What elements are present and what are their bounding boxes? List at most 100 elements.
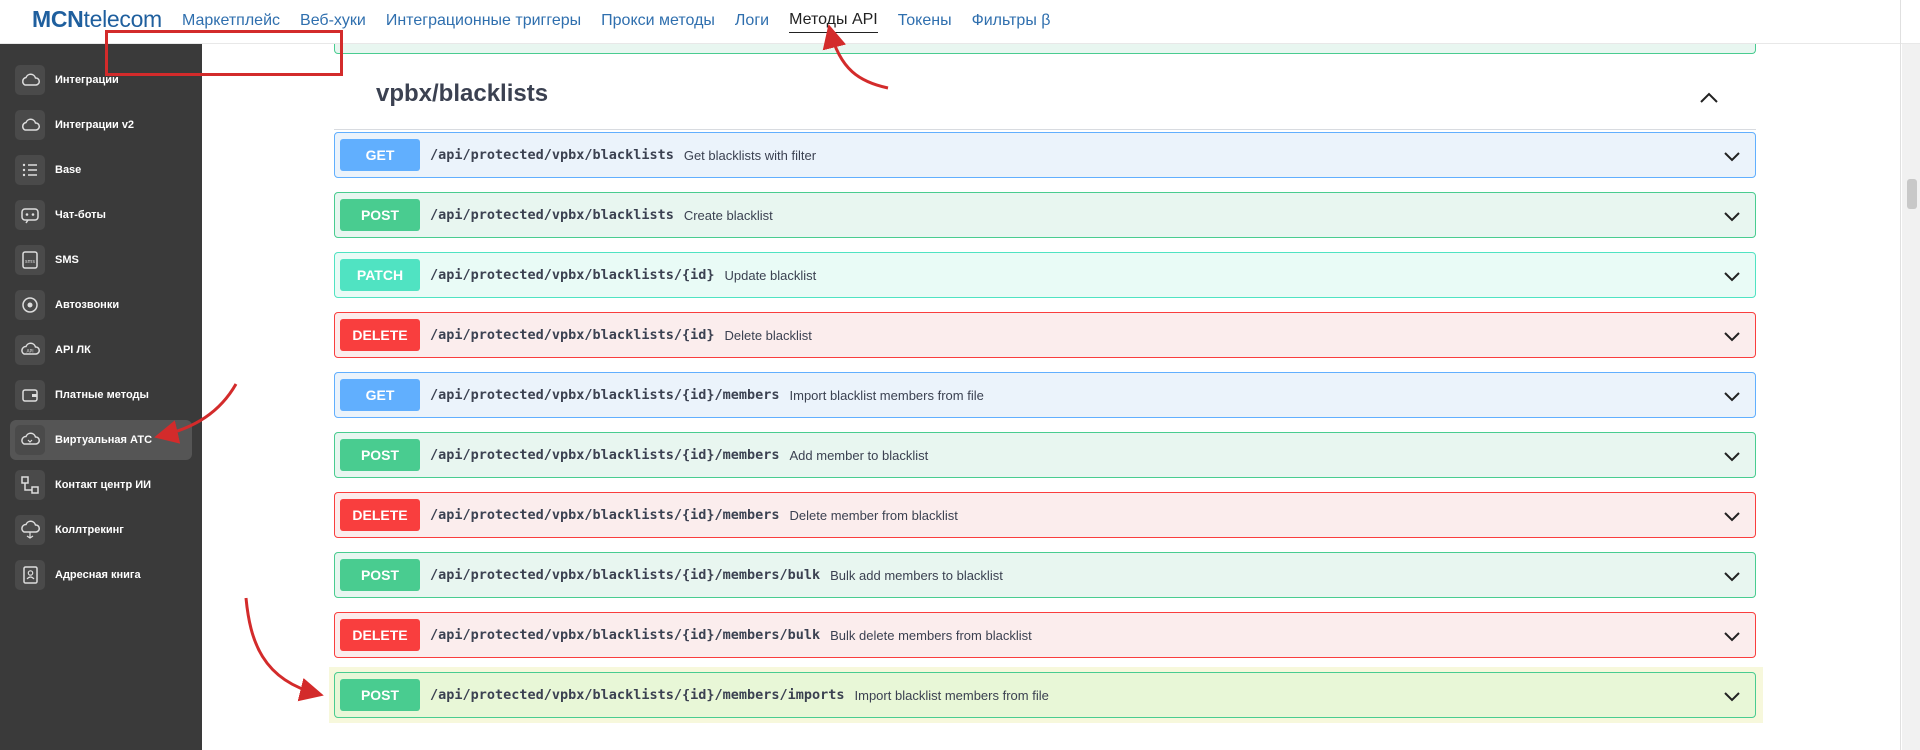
- nav-item[interactable]: Методы API: [789, 11, 878, 33]
- operation-summary: Import blacklist members from file: [854, 687, 1049, 703]
- nav-item[interactable]: Фильтры β: [972, 12, 1051, 33]
- previous-operation-block[interactable]: [334, 44, 1756, 54]
- method-badge: DELETE: [340, 319, 420, 351]
- operation-row[interactable]: POST/api/protected/vpbx/blacklists/{id}/…: [334, 672, 1756, 718]
- sidebar-item[interactable]: Адресная книга: [10, 555, 192, 595]
- operation-path: /api/protected/vpbx/blacklists/{id}/memb…: [430, 447, 780, 463]
- method-badge: POST: [340, 199, 420, 231]
- operation-path: /api/protected/vpbx/blacklists/{id}: [430, 267, 715, 283]
- method-badge: DELETE: [340, 499, 420, 531]
- sidebar-item-label: Адресная книга: [55, 569, 141, 581]
- chevron-down-icon[interactable]: [1723, 627, 1741, 645]
- chevron-down-icon[interactable]: [1723, 207, 1741, 225]
- operation-row[interactable]: POST/api/protected/vpbx/blacklists/{id}/…: [334, 552, 1756, 598]
- operation-row[interactable]: GET/api/protected/vpbx/blacklists Get bla…: [334, 132, 1756, 178]
- operation-summary: Add member to blacklist: [789, 447, 929, 463]
- section-header[interactable]: vpbx/blacklists: [334, 72, 1756, 130]
- api-cloud-icon: API: [15, 335, 45, 365]
- operation-path: /api/protected/vpbx/blacklists/{id}/memb…: [430, 627, 821, 643]
- operation-path: /api/protected/vpbx/blacklists/{id}/memb…: [430, 567, 821, 583]
- nav-item[interactable]: Логи: [735, 12, 769, 33]
- sidebar: Интеграции Интеграции v2 Base Чат-боты sms SM…: [0, 44, 202, 750]
- cloud-tracking-icon: [15, 515, 45, 545]
- sidebar-item[interactable]: Виртуальная АТС: [10, 420, 192, 460]
- operation-row[interactable]: GET/api/protected/vpbx/blacklists/{id}/m…: [334, 372, 1756, 418]
- sidebar-item[interactable]: API API ЛК: [10, 330, 192, 370]
- chevron-down-icon[interactable]: [1723, 387, 1741, 405]
- sidebar-item-label: API ЛК: [55, 344, 91, 356]
- sidebar-item-label: Виртуальная АТС: [55, 434, 153, 446]
- operation-summary: Delete member from blacklist: [789, 507, 958, 523]
- operation-row[interactable]: DELETE/api/protected/vpbx/blacklists/{id…: [334, 492, 1756, 538]
- chatbot-icon: [15, 200, 45, 230]
- method-badge: POST: [340, 559, 420, 591]
- operation-path: /api/protected/vpbx/blacklists/{id}: [430, 327, 715, 343]
- main-content: vpbx/blacklists GET/api/protected/vpbx/b…: [202, 44, 1902, 750]
- nav-item[interactable]: Интеграционные триггеры: [386, 12, 581, 33]
- operation-path: /api/protected/vpbx/blacklists/{id}/memb…: [430, 687, 845, 703]
- sidebar-item-label: Интеграции v2: [55, 119, 135, 131]
- method-badge: POST: [340, 439, 420, 471]
- brand-logo[interactable]: MCNtelecom: [32, 6, 162, 33]
- scrollbar[interactable]: [1902, 44, 1920, 750]
- sidebar-item-label: Автозвонки: [55, 299, 120, 311]
- list-icon: [15, 155, 45, 185]
- method-badge: POST: [340, 679, 420, 711]
- chevron-down-icon[interactable]: [1723, 567, 1741, 585]
- operation-row[interactable]: PATCH/api/protected/vpbx/blacklists/{id}…: [334, 252, 1756, 298]
- chevron-down-icon[interactable]: [1723, 507, 1741, 525]
- operation-summary: Delete blacklist: [724, 327, 812, 343]
- chevron-down-icon[interactable]: [1723, 447, 1741, 465]
- chevron-down-icon[interactable]: [1723, 267, 1741, 285]
- operation-row[interactable]: DELETE/api/protected/vpbx/blacklists/{id…: [334, 612, 1756, 658]
- chevron-down-icon[interactable]: [1723, 147, 1741, 165]
- operation-path: /api/protected/vpbx/blacklists: [430, 147, 674, 163]
- operation-path: /api/protected/vpbx/blacklists/{id}/memb…: [430, 387, 780, 403]
- operation-summary: Update blacklist: [724, 267, 817, 283]
- operation-row[interactable]: POST/api/protected/vpbx/blacklists/{id}/…: [334, 432, 1756, 478]
- svg-text:API: API: [26, 349, 33, 355]
- section-title-annotation-box: [105, 30, 343, 76]
- sidebar-item[interactable]: Интеграции v2: [10, 105, 192, 145]
- svg-text:sms: sms: [25, 259, 35, 265]
- method-badge: GET: [340, 139, 420, 171]
- cloud-icon: [15, 65, 45, 95]
- sidebar-item-label: SMS: [55, 254, 79, 266]
- section-title: vpbx/blacklists: [376, 80, 549, 107]
- operation-summary: Get blacklists with filter: [683, 147, 817, 163]
- sidebar-item[interactable]: Платные методы: [10, 375, 192, 415]
- sidebar-item[interactable]: Автозвонки: [10, 285, 192, 325]
- nav-item[interactable]: Токены: [898, 12, 952, 33]
- method-badge: DELETE: [340, 619, 420, 651]
- autocall-icon: [15, 290, 45, 320]
- method-badge: PATCH: [340, 259, 420, 291]
- cloud-phone-icon: [15, 425, 45, 455]
- chevron-up-icon: [1700, 92, 1718, 103]
- operation-summary: Create blacklist: [683, 207, 773, 223]
- sidebar-item[interactable]: sms SMS: [10, 240, 192, 280]
- brand-logo-telecom: telecom: [83, 6, 162, 32]
- sidebar-item-label: Контакт центр ИИ: [55, 479, 152, 491]
- sidebar-item[interactable]: Контакт центр ИИ: [10, 465, 192, 505]
- sidebar-item[interactable]: Коллтрекинг: [10, 510, 192, 550]
- cloud-icon: [15, 110, 45, 140]
- sidebar-item-label: Платные методы: [55, 389, 149, 401]
- content-divider: [1900, 0, 1901, 750]
- sidebar-item[interactable]: Base: [10, 150, 192, 190]
- operation-row[interactable]: POST/api/protected/vpbx/blacklists Create…: [334, 192, 1756, 238]
- sidebar-item-label: Чат-боты: [55, 209, 106, 221]
- operation-row[interactable]: DELETE/api/protected/vpbx/blacklists/{id…: [334, 312, 1756, 358]
- sidebar-item[interactable]: Чат-боты: [10, 195, 192, 235]
- brand-logo-mcn: MCN: [32, 6, 84, 32]
- contact-book-icon: [15, 560, 45, 590]
- collapse-section-button[interactable]: [1697, 86, 1721, 110]
- nav-item[interactable]: Прокси методы: [601, 12, 715, 33]
- sidebar-item-label: Base: [55, 164, 82, 176]
- operation-path: /api/protected/vpbx/blacklists/{id}/memb…: [430, 507, 780, 523]
- chevron-down-icon[interactable]: [1723, 687, 1741, 705]
- scrollbar-thumb[interactable]: [1907, 179, 1917, 209]
- operation-summary: Bulk delete members from blacklist: [830, 627, 1032, 643]
- sidebar-item-label: Коллтрекинг: [55, 524, 124, 536]
- operation-summary: Import blacklist members from file: [789, 387, 984, 403]
- chevron-down-icon[interactable]: [1723, 327, 1741, 345]
